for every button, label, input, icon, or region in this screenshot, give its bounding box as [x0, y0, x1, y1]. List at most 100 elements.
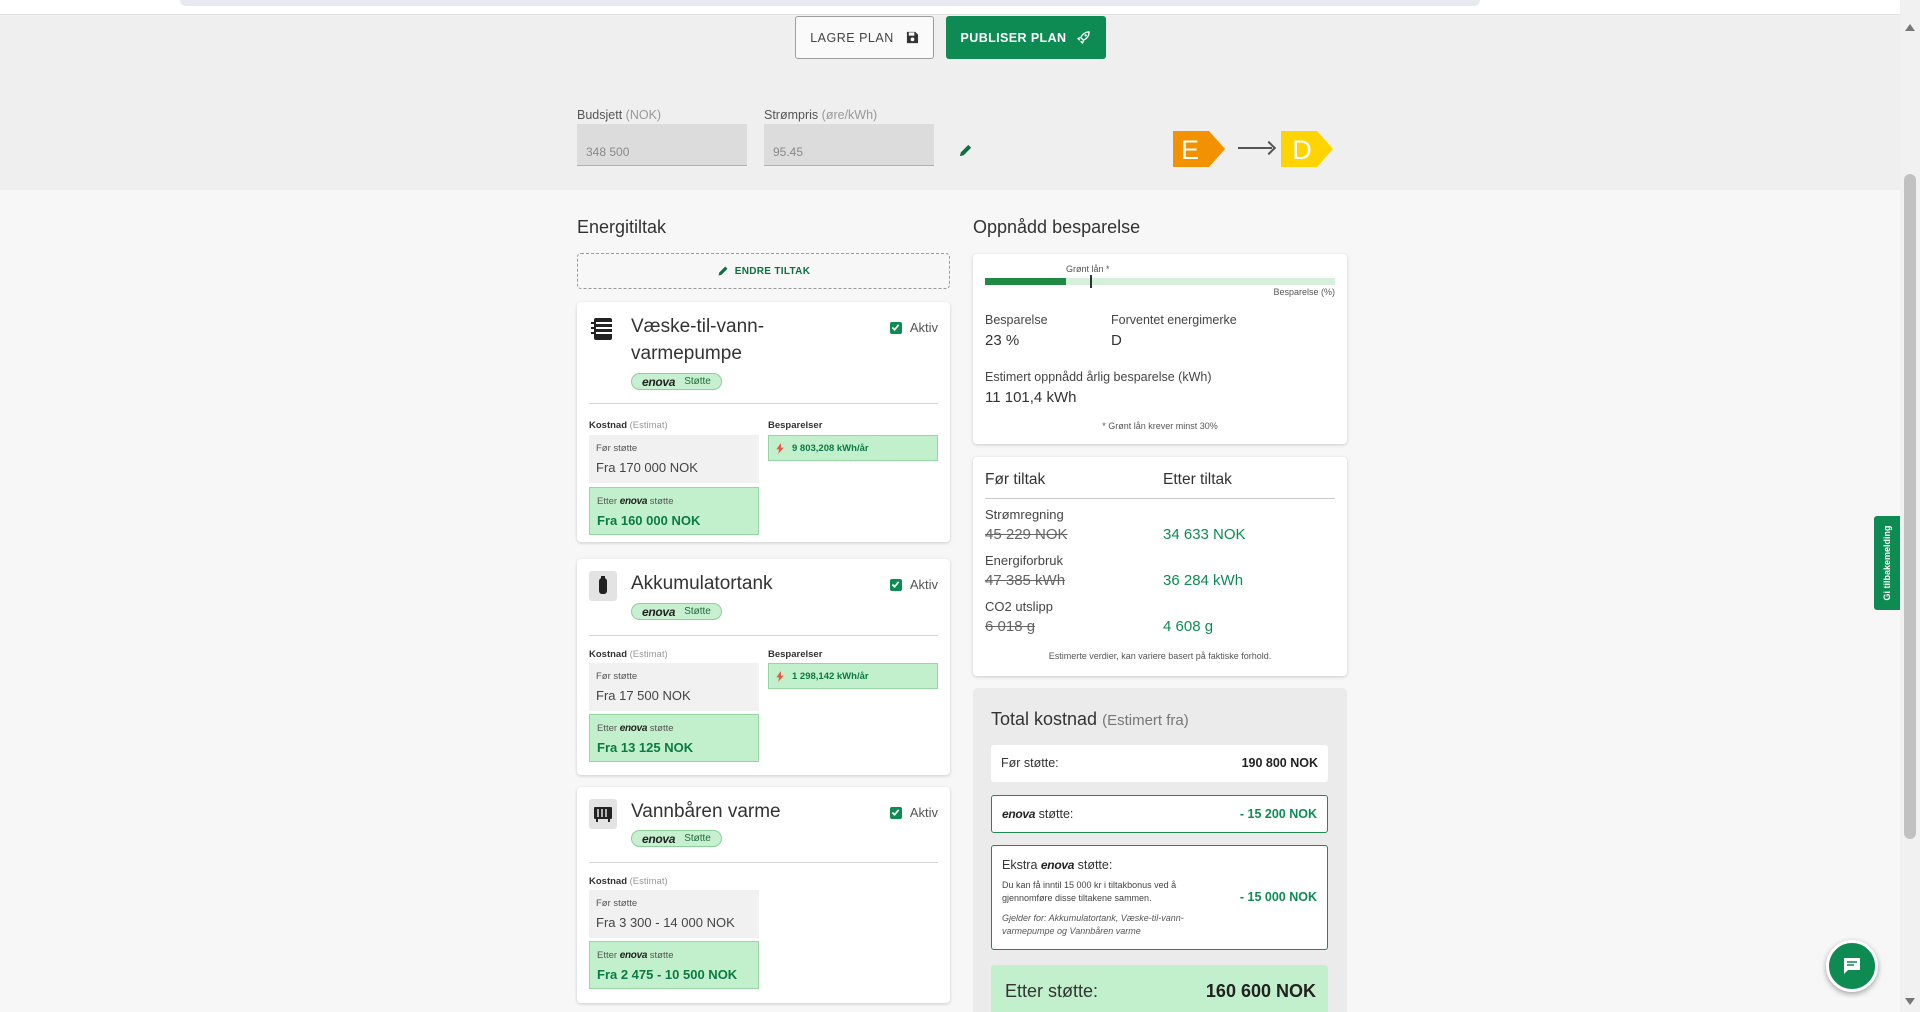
extra-support-label: Ekstra enova støtte:	[1002, 858, 1112, 872]
measure-card-waterborne-heating: Vannbåren varme Aktiv enova Støtte Kostn…	[577, 787, 950, 1003]
comparison-row-before: 6 018 g	[985, 618, 1036, 635]
comparison-row-before: 45 229 NOK	[985, 526, 1068, 543]
checkbox-checked-icon[interactable]	[889, 806, 902, 819]
cost-muted: (Estimat)	[629, 420, 668, 431]
after-prefix: Etter	[597, 496, 618, 507]
budget-unit: (NOK)	[625, 108, 662, 122]
power-price-input[interactable]: 95.45	[764, 124, 934, 166]
cost-label: Kostnad (Estimat)	[589, 649, 668, 660]
before-support-value: Fra 3 300 - 14 000 NOK	[596, 915, 735, 930]
after-suffix: støtte	[649, 496, 674, 507]
extra-support-value: - 15 000 NOK	[1239, 890, 1317, 904]
total-before-value: 190 800 NOK	[1241, 756, 1318, 770]
comparison-row-after: 4 608 g	[1163, 618, 1214, 635]
power-price-unit: (øre/kWh)	[821, 108, 878, 122]
saving-label: Besparelse	[985, 313, 1048, 327]
extra-prefix: Ekstra	[1002, 858, 1038, 872]
extra-suffix: støtte:	[1077, 858, 1113, 872]
energy-label-from: E	[1181, 135, 1199, 165]
energy-label-to-tag: D	[1281, 131, 1333, 167]
enova-support-badge: enova Støtte	[631, 830, 722, 847]
top-search-pill[interactable]	[180, 0, 1480, 6]
feedback-tab[interactable]: Gi tilbakemelding	[1874, 516, 1900, 610]
comparison-row-label: CO2 utslipp	[985, 599, 1053, 614]
savings-summary-card: Grønt lån * Besparelse (%) Besparelse 23…	[973, 254, 1347, 444]
after-support-value: Fra 160 000 NOK	[597, 513, 701, 528]
price-before-support: Før støtte Fra 3 300 - 14 000 NOK	[589, 890, 759, 938]
checkbox-checked-icon[interactable]	[889, 321, 902, 334]
chat-button[interactable]	[1826, 940, 1878, 992]
cost-muted: (Estimat)	[629, 876, 668, 887]
savings-progress-fill	[985, 278, 1066, 285]
after-support-label: Etter enova støtte	[597, 950, 758, 961]
active-label: Aktiv	[909, 320, 938, 335]
after-suffix: støtte	[649, 723, 674, 734]
enova-logo: enova	[642, 374, 676, 389]
total-after-support-row: Etter støtte: 160 600 NOK	[991, 965, 1328, 1012]
pencil-icon[interactable]	[958, 143, 973, 158]
total-cost-muted: (Estimert fra)	[1102, 712, 1189, 729]
before-support-value: Fra 17 500 NOK	[596, 688, 691, 703]
active-toggle[interactable]: Aktiv	[889, 320, 938, 335]
expected-label: Forventet energimerke	[1111, 313, 1237, 327]
cost-label-text: Kostnad	[589, 649, 627, 660]
scrollbar-thumb[interactable]	[1904, 174, 1916, 839]
arrow-right-icon	[1238, 147, 1272, 149]
after-support-label: Etter enova støtte	[597, 723, 758, 734]
comparison-row-label: Energiforbruk	[985, 553, 1064, 568]
extra-support-description: Du kan få inntil 15 000 kr i tiltakbonus…	[1002, 880, 1177, 903]
after-prefix: Etter	[597, 950, 618, 961]
checkbox-checked-icon[interactable]	[889, 578, 902, 591]
energy-savings-value: 9 803,208 kWh/år	[792, 442, 869, 454]
after-support-value: Fra 13 125 NOK	[597, 740, 694, 755]
enova-support-badge: enova Støtte	[631, 603, 722, 620]
save-plan-label: LAGRE PLAN	[810, 30, 894, 45]
price-after-support: Etter enova støtte Fra 13 125 NOK	[589, 714, 759, 762]
budget-input[interactable]: 348 500	[577, 124, 747, 166]
before-support-label: Før støtte	[596, 898, 638, 909]
edit-measures-button[interactable]: ENDRE TILTAK	[577, 253, 950, 289]
after-header: Etter tiltak	[1163, 471, 1232, 488]
total-after-label: Etter støtte:	[1005, 981, 1099, 1001]
before-after-card: Før tiltak Etter tiltak Strømregning 45 …	[973, 457, 1347, 676]
enova-support-label: enova støtte:	[1002, 807, 1073, 821]
extra-enova-support-row: Ekstra enova støtte: Du kan få inntil 15…	[991, 845, 1328, 950]
energy-savings: 1 298,142 kWh/år	[768, 663, 938, 689]
before-header: Før tiltak	[985, 471, 1046, 488]
enova-logo: enova	[619, 496, 648, 507]
cost-label-text: Kostnad	[589, 420, 627, 431]
comparison-row-before: 47 385 kWh	[985, 572, 1066, 589]
after-support-label: Etter enova støtte	[597, 496, 758, 507]
budget-label: Budsjett (NOK)	[577, 108, 661, 122]
save-plan-button[interactable]: LAGRE PLAN	[795, 16, 934, 59]
pencil-icon	[718, 266, 728, 276]
divider	[589, 635, 938, 636]
enova-support-row: enova støtte: - 15 200 NOK	[991, 795, 1328, 833]
active-toggle[interactable]: Aktiv	[889, 805, 938, 820]
publish-plan-button[interactable]: PUBLISER PLAN	[946, 16, 1106, 59]
divider	[589, 862, 938, 863]
measures-title: Energitiltak	[577, 217, 667, 237]
savings-progress-bar	[985, 275, 1335, 288]
scroll-up-icon[interactable]	[1905, 24, 1915, 31]
power-price-label-text: Strømpris	[764, 108, 819, 122]
enova-logo: enova	[1040, 858, 1075, 872]
enova-logo: enova	[1002, 807, 1036, 821]
savings-label: Besparelser	[768, 649, 823, 660]
heat-pump-icon	[589, 314, 617, 344]
saving-value: 23 %	[985, 332, 1020, 349]
before-support-value: Fra 170 000 NOK	[596, 460, 698, 475]
after-support-value: Fra 2 475 - 10 500 NOK	[597, 967, 738, 982]
enova-logo: enova	[619, 723, 648, 734]
feedback-label: Gi tilbakemelding	[1882, 525, 1892, 601]
after-suffix: støtte	[649, 950, 674, 961]
cost-muted: (Estimat)	[629, 649, 668, 660]
lightning-icon	[776, 670, 784, 682]
active-toggle[interactable]: Aktiv	[889, 577, 938, 592]
price-before-support: Før støtte Fra 17 500 NOK	[589, 663, 759, 711]
scroll-down-icon[interactable]	[1905, 998, 1915, 1005]
measure-card-accumulator-tank: Akkumulatortank Aktiv enova Støtte Kostn…	[577, 559, 950, 775]
after-prefix: Etter	[597, 723, 618, 734]
measure-card-heat-pump: Væske-til-vann-varmepumpe Aktiv enova St…	[577, 302, 950, 542]
extra-support-applies-to: Gjelder for: Akkumulatortank, Væske-til-…	[1002, 913, 1184, 936]
